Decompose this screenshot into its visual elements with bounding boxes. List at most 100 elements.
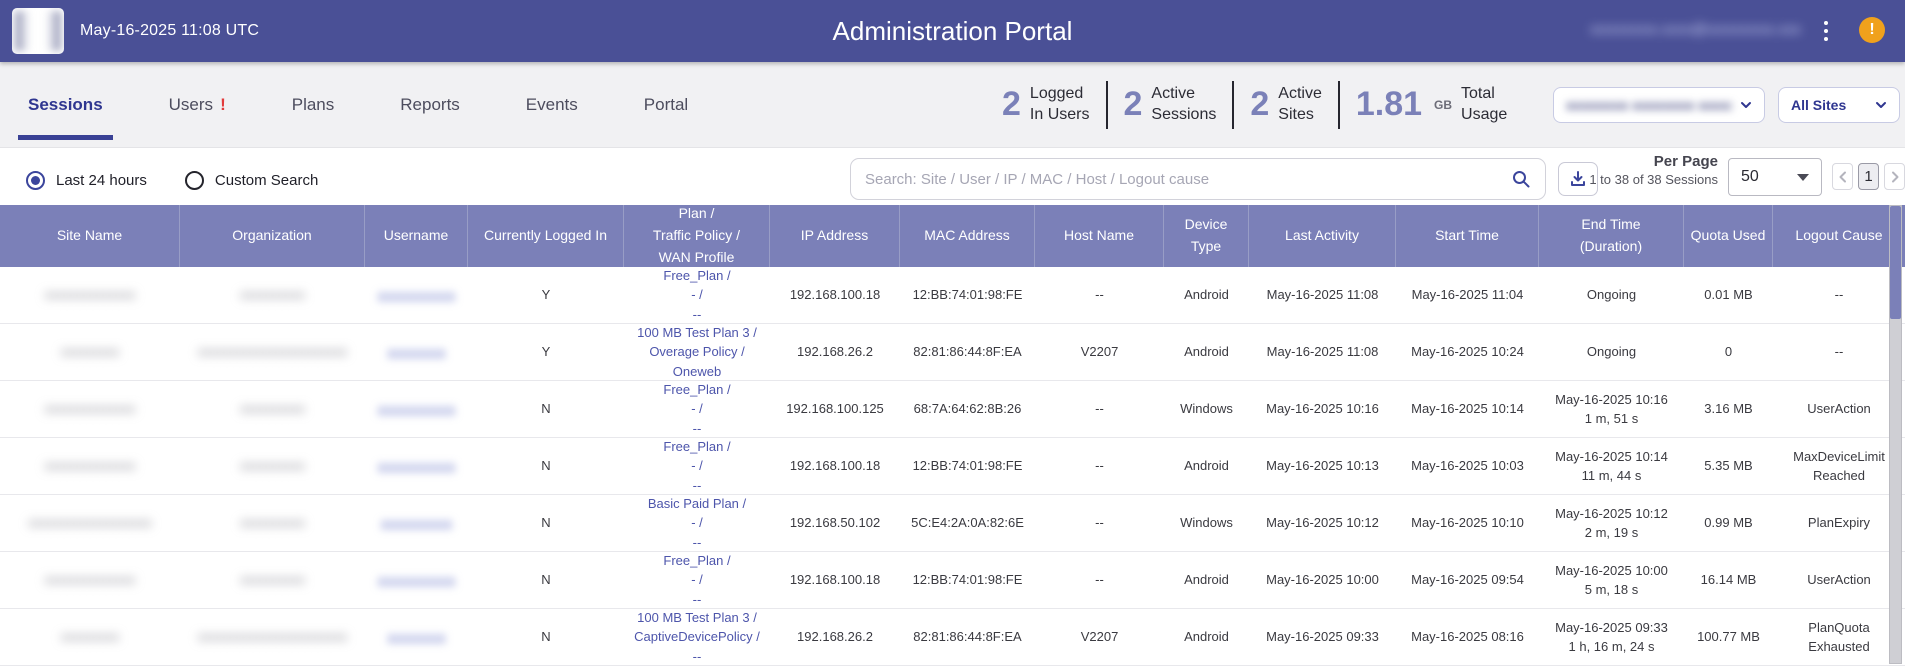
table-row: xxxxxxxxxxxxxxxxxxxxxxxxxxxxxxxxxxxxNFre… [0,438,1905,495]
plan-link[interactable]: Free_Plan /- /-- [624,267,770,323]
triangle-down-icon [1797,174,1809,181]
chevron-down-icon [1875,99,1887,111]
quota-used-cell: 16.14 MB [1684,552,1773,608]
per-page-label: Per Page [1580,153,1718,170]
stat-divider [1232,81,1234,129]
username-link[interactable]: xxxxxxxxxxxx [365,438,468,494]
plan-link[interactable]: Free_Plan /- /-- [624,381,770,437]
search-icon[interactable] [1511,169,1531,189]
end-time-cell: Ongoing [1539,267,1684,323]
next-page-button[interactable] [1884,163,1905,190]
plan-link[interactable]: Basic Paid Plan /- /-- [624,495,770,551]
radio-last-24-hours[interactable]: Last 24 hours [26,171,147,190]
tab-plans[interactable]: Plans [288,62,339,147]
company-logo [12,8,64,54]
logged-in-cell: Y [468,324,624,380]
end-time-cell: May-16-2025 10:005 m, 18 s [1539,552,1684,608]
ip-address-cell: 192.168.100.18 [770,267,900,323]
last-activity-cell: May-16-2025 10:16 [1249,381,1396,437]
search-input[interactable] [865,171,1511,188]
notification-alert-icon[interactable]: ! [1859,17,1885,43]
device-type-cell: Android [1164,324,1249,380]
host-name-cell: V2207 [1035,609,1164,665]
start-time-cell: May-16-2025 10:14 [1396,381,1539,437]
administration-portal-app: May-16-2025 11:08 UTC Administration Por… [0,0,1905,667]
sites-selector[interactable]: All Sites [1778,87,1900,123]
organization-cell: xxxxxxxxxx [180,495,365,551]
stat-divider [1106,81,1108,129]
radio-custom-search[interactable]: Custom Search [185,171,318,190]
sites-selector-value: All Sites [1791,97,1846,113]
stat-label: ActiveSessions [1151,84,1216,126]
username-link[interactable]: xxxxxxxxx [365,324,468,380]
username-link[interactable]: xxxxxxxxxxxx [365,381,468,437]
sessions-table: Site NameOrganizationUsernameCurrently L… [0,205,1905,666]
logged-in-cell: N [468,609,624,665]
mac-address-cell: 12:BB:74:01:98:FE [900,552,1035,608]
column-header: Organization [180,205,365,267]
username-link[interactable]: xxxxxxxxxxxx [365,552,468,608]
site-name-cell: xxxxxxxxxxxxxxxxxxx [0,495,180,551]
alert-mark-icon: ! [220,95,226,115]
per-page-value: 50 [1741,168,1759,186]
vertical-scrollbar[interactable] [1889,205,1902,664]
device-type-cell: Android [1164,267,1249,323]
host-name-cell: V2207 [1035,324,1164,380]
quota-used-cell: 0.01 MB [1684,267,1773,323]
stat-value: 2 [1002,85,1021,124]
scrollbar-thumb[interactable] [1890,206,1901,319]
organization-cell: xxxxxxxxxx [180,381,365,437]
device-type-cell: Windows [1164,381,1249,437]
tab-label: Events [526,95,578,115]
quota-used-cell: 100.77 MB [1684,609,1773,665]
tab-sessions[interactable]: Sessions [24,62,107,147]
logged-in-cell: N [468,438,624,494]
tab-reports[interactable]: Reports [396,62,464,147]
kebab-menu-icon[interactable] [1813,17,1839,45]
ip-address-cell: 192.168.26.2 [770,324,900,380]
last-activity-cell: May-16-2025 10:13 [1249,438,1396,494]
stat-unit: GB [1434,98,1452,112]
logout-cause-cell: -- [1773,267,1905,323]
stat-label: TotalUsage [1461,84,1507,126]
column-header: Last Activity [1249,205,1396,267]
tab-portal[interactable]: Portal [640,62,692,147]
username-link[interactable]: xxxxxxxxx [365,609,468,665]
column-header: Site Name [0,205,180,267]
plan-link[interactable]: Free_Plan /- /-- [624,438,770,494]
column-header: Start Time [1396,205,1539,267]
organization-cell: xxxxxxxxxx [180,267,365,323]
per-page-selector[interactable]: 50 [1728,158,1822,196]
tab-users[interactable]: Users! [165,62,230,147]
plan-link[interactable]: 100 MB Test Plan 3 /CaptiveDevicePolicy … [624,609,770,665]
tab-events[interactable]: Events [522,62,582,147]
mac-address-cell: 5C:E4:2A:0A:82:6E [900,495,1035,551]
current-page-button[interactable]: 1 [1858,163,1879,190]
chevron-left-icon [1838,171,1848,183]
column-header: Host Name [1035,205,1164,267]
username-link[interactable]: xxxxxxxxxxxx [365,267,468,323]
organization-selector[interactable]: xxxxxxxx xxxxxxxx xxxxxxx [1553,87,1765,123]
table-row: xxxxxxxxxxxxxxxxxxxxxxxxxxxxxxxxxxxxxxxx… [0,324,1905,381]
previous-page-button[interactable] [1832,163,1853,190]
plan-link[interactable]: 100 MB Test Plan 3 /Overage Policy /Onew… [624,324,770,380]
username-link[interactable]: xxxxxxxxxxx [365,495,468,551]
pager: 1 [1832,163,1905,190]
stat-label: LoggedIn Users [1030,84,1090,126]
organization-cell: xxxxxxxxxxxxxxxxxxxxxxx [180,609,365,665]
ip-address-cell: 192.168.100.18 [770,438,900,494]
last-activity-cell: May-16-2025 10:12 [1249,495,1396,551]
table-header-row: Site NameOrganizationUsernameCurrently L… [0,205,1905,267]
tab-label: Sessions [28,95,103,115]
pagination-info: Per Page 1 to 38 of 38 Sessions [1580,153,1718,187]
stat-label: ActiveSites [1278,84,1322,126]
logo-blur [15,11,61,51]
logout-cause-cell: UserAction [1773,381,1905,437]
account-email[interactable]: xxxxxxxxx.xxxx@xxxxxxxxx.xxx [1590,21,1801,38]
plan-link[interactable]: Free_Plan /- /-- [624,552,770,608]
column-header: End Time(Duration) [1539,205,1684,267]
device-type-cell: Android [1164,438,1249,494]
column-header: Username [365,205,468,267]
stat-value: 2 [1250,85,1269,124]
site-name-cell: xxxxxxxxx [0,609,180,665]
